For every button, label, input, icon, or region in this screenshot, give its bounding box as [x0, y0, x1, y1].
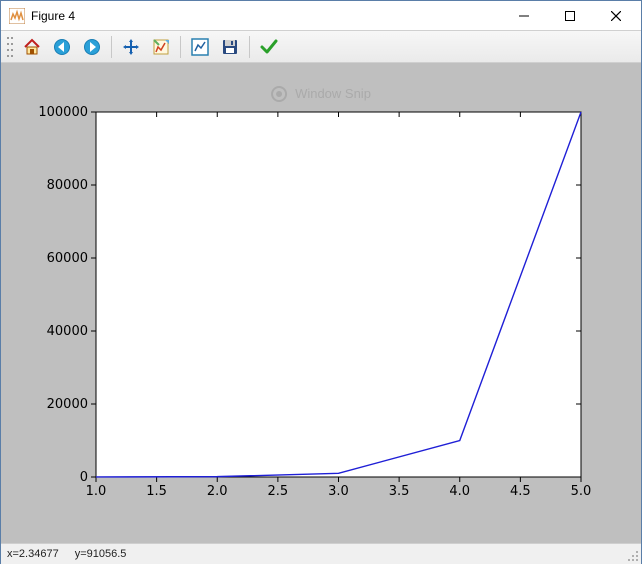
- back-button[interactable]: [49, 34, 75, 60]
- toolbar-separator: [249, 36, 250, 58]
- resize-grip[interactable]: [627, 550, 639, 562]
- svg-text:100000: 100000: [38, 105, 88, 120]
- svg-text:1.5: 1.5: [146, 484, 167, 499]
- window-titlebar: Figure 4: [1, 1, 641, 31]
- svg-text:4.0: 4.0: [449, 484, 470, 499]
- toolbar-separator: [111, 36, 112, 58]
- status-x: x=2.34677: [7, 548, 59, 560]
- svg-text:1.0: 1.0: [86, 484, 107, 499]
- svg-text:60000: 60000: [47, 251, 88, 266]
- figure-canvas[interactable]: Window Snip 1.01.52.02.53.03.54.04.55.00…: [1, 63, 641, 543]
- svg-text:2.0: 2.0: [207, 484, 228, 499]
- toolbar-grip: [7, 37, 13, 57]
- home-button[interactable]: [19, 34, 45, 60]
- svg-text:0: 0: [80, 470, 88, 485]
- zoom-button[interactable]: [148, 34, 174, 60]
- maximize-button[interactable]: [547, 1, 593, 31]
- svg-text:2.5: 2.5: [268, 484, 289, 499]
- svg-text:4.5: 4.5: [510, 484, 531, 499]
- toolbar-separator: [180, 36, 181, 58]
- toolbar: [1, 31, 641, 63]
- svg-text:3.5: 3.5: [389, 484, 410, 499]
- close-button[interactable]: [593, 1, 639, 31]
- svg-text:3.0: 3.0: [328, 484, 349, 499]
- pan-button[interactable]: [118, 34, 144, 60]
- save-button[interactable]: [217, 34, 243, 60]
- svg-text:20000: 20000: [47, 397, 88, 412]
- status-bar: x=2.34677 y=91056.5: [1, 543, 641, 564]
- configure-subplots-button[interactable]: [187, 34, 213, 60]
- forward-button[interactable]: [79, 34, 105, 60]
- svg-text:5.0: 5.0: [571, 484, 592, 499]
- status-y: y=91056.5: [75, 548, 127, 560]
- svg-text:80000: 80000: [47, 178, 88, 193]
- window-title: Figure 4: [31, 9, 75, 23]
- svg-text:40000: 40000: [47, 324, 88, 339]
- plot-svg: 1.0 1.5 2.0 2.5 3.0 3.5 4.0 4.5 5.0 0 20000 40000 60…: [21, 82, 621, 522]
- edit-parameters-button[interactable]: [256, 34, 282, 60]
- app-icon: [9, 8, 25, 24]
- minimize-button[interactable]: [501, 1, 547, 31]
